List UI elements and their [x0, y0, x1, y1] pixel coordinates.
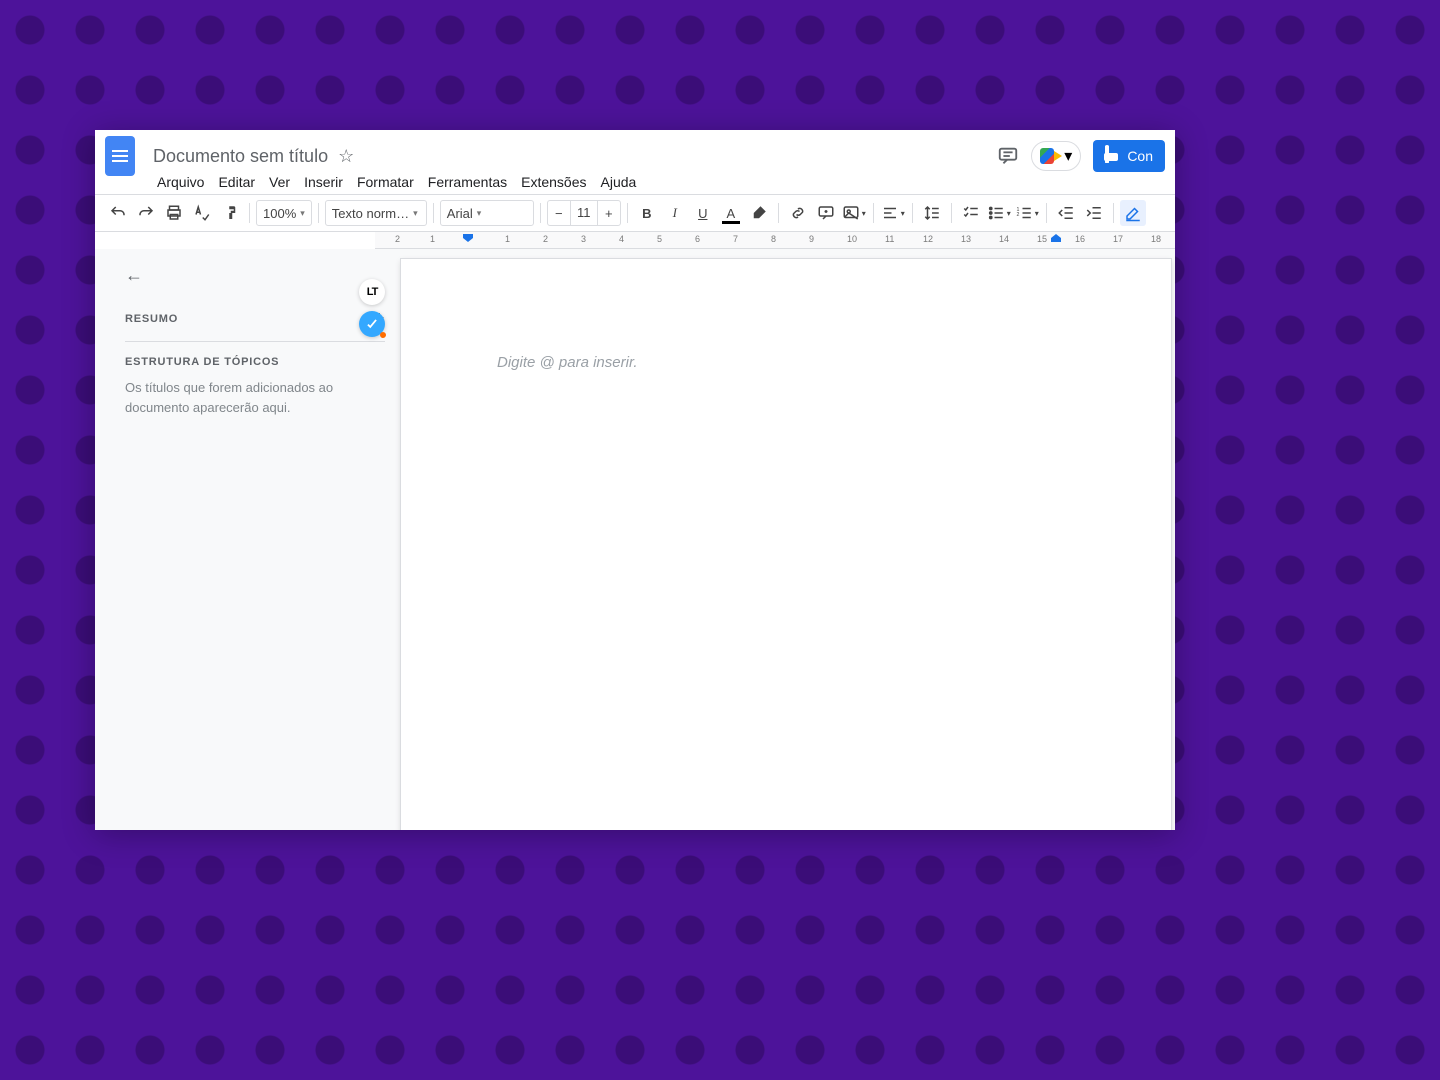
editor-body: ← RESUMO + ESTRUTURA DE TÓPICOS Os títul… [95, 249, 1175, 830]
font-size-decrease[interactable]: − [548, 206, 570, 221]
ruler-tick: 2 [395, 234, 400, 244]
checklist-button[interactable] [958, 200, 984, 226]
outline-sidebar: ← RESUMO + ESTRUTURA DE TÓPICOS Os títul… [109, 249, 401, 830]
menu-extensoes[interactable]: Extensões [521, 174, 586, 190]
print-button[interactable] [161, 200, 187, 226]
spellcheck-button[interactable] [189, 200, 215, 226]
page-canvas: Digite @ para inserir. [401, 249, 1175, 830]
chevron-down-icon: ▾ [862, 209, 866, 218]
chevron-down-icon: ▾ [1035, 209, 1039, 218]
menu-ajuda[interactable]: Ajuda [601, 174, 637, 190]
svg-text:2: 2 [1016, 212, 1019, 218]
zoom-select[interactable]: 100% ▾ [256, 200, 312, 226]
chevron-down-icon: ▾ [1007, 209, 1011, 218]
chevron-down-icon: ▾ [1064, 146, 1072, 166]
docs-logo-icon[interactable] [105, 136, 135, 176]
ruler-tick: 18 [1151, 234, 1161, 244]
ruler-tick: 8 [771, 234, 776, 244]
share-button[interactable]: Con [1093, 140, 1165, 172]
ruler-tick: 12 [923, 234, 933, 244]
star-icon[interactable]: ☆ [338, 146, 354, 167]
outline-empty-text: Os títulos que forem adicionados ao docu… [125, 378, 385, 417]
lock-icon [1105, 149, 1121, 163]
editing-mode-button[interactable] [1120, 200, 1146, 226]
first-line-indent-marker[interactable] [463, 234, 473, 242]
ruler-tick: 15 [1037, 234, 1047, 244]
languagetool-plugin-icon[interactable]: LT [359, 279, 385, 305]
ruler-tick: 5 [657, 234, 662, 244]
ruler-tick: 10 [847, 234, 857, 244]
meet-button[interactable]: ▾ [1031, 141, 1081, 171]
divider [125, 341, 385, 342]
insert-image-button[interactable]: ▾ [841, 200, 867, 226]
decrease-indent-button[interactable] [1053, 200, 1079, 226]
menu-ferramentas[interactable]: Ferramentas [428, 174, 507, 190]
menu-arquivo[interactable]: Arquivo [157, 174, 204, 190]
ruler-tick: 2 [543, 234, 548, 244]
chevron-down-icon: ▾ [413, 208, 418, 219]
underline-button[interactable]: U [690, 200, 716, 226]
menu-editar[interactable]: Editar [218, 174, 255, 190]
font-size-increase[interactable]: + [598, 206, 620, 221]
document-title[interactable]: Documento sem título [153, 146, 328, 167]
plugin-stack: LT [359, 279, 385, 337]
bold-button[interactable]: B [634, 200, 660, 226]
italic-button[interactable]: I [662, 200, 688, 226]
ruler-tick: 17 [1113, 234, 1123, 244]
ruler-tick: 13 [961, 234, 971, 244]
share-label: Con [1127, 148, 1153, 164]
menu-ver[interactable]: Ver [269, 174, 290, 190]
toolbar: 100% ▾ Texto norm… ▾ Arial ▾ − 11 + B I … [95, 194, 1175, 232]
paragraph-style-select[interactable]: Texto norm… ▾ [325, 200, 427, 226]
bulleted-list-button[interactable]: ▾ [986, 200, 1012, 226]
numbered-list-button[interactable]: 12 ▾ [1014, 200, 1040, 226]
horizontal-ruler[interactable]: 2 1 1 2 3 4 5 6 7 8 9 10 11 12 13 14 15 … [375, 232, 1175, 249]
chevron-down-icon: ▾ [901, 209, 905, 218]
ruler-tick: 1 [430, 234, 435, 244]
zoom-value: 100% [263, 206, 296, 221]
comment-history-icon[interactable] [995, 143, 1021, 169]
font-size-value[interactable]: 11 [570, 201, 598, 225]
line-spacing-button[interactable] [919, 200, 945, 226]
close-outline-icon[interactable]: ← [125, 265, 385, 286]
redo-button[interactable] [133, 200, 159, 226]
text-color-button[interactable]: A [718, 200, 744, 226]
ruler-tick: 6 [695, 234, 700, 244]
undo-button[interactable] [105, 200, 131, 226]
ruler-tick: 14 [999, 234, 1009, 244]
font-value: Arial [447, 206, 473, 221]
highlight-color-button[interactable] [746, 200, 772, 226]
google-docs-window: Documento sem título ☆ ▾ Con Arquivo Edi… [95, 130, 1175, 830]
ruler-tick: 7 [733, 234, 738, 244]
ruler-tick: 4 [619, 234, 624, 244]
ruler-tick: 9 [809, 234, 814, 244]
right-indent-marker[interactable] [1051, 234, 1061, 242]
insert-link-button[interactable] [785, 200, 811, 226]
paint-format-button[interactable] [217, 200, 243, 226]
meet-icon [1040, 148, 1060, 164]
ruler-tick: 1 [505, 234, 510, 244]
document-page[interactable]: Digite @ para inserir. [401, 259, 1171, 830]
font-size-stepper: − 11 + [547, 200, 621, 226]
menu-formatar[interactable]: Formatar [357, 174, 414, 190]
menu-bar: Arquivo Editar Ver Inserir Formatar Ferr… [95, 174, 1175, 194]
chevron-down-icon: ▾ [477, 208, 482, 219]
menu-inserir[interactable]: Inserir [304, 174, 343, 190]
ruler-tick: 3 [581, 234, 586, 244]
grammar-check-plugin-icon[interactable] [359, 311, 385, 337]
font-select[interactable]: Arial ▾ [440, 200, 534, 226]
title-bar: Documento sem título ☆ ▾ Con [95, 130, 1175, 174]
ruler-tick: 16 [1075, 234, 1085, 244]
ruler-tick: 11 [885, 234, 894, 244]
increase-indent-button[interactable] [1081, 200, 1107, 226]
insert-comment-button[interactable] [813, 200, 839, 226]
insert-placeholder: Digite @ para inserir. [401, 259, 1171, 371]
paragraph-style-value: Texto norm… [332, 206, 409, 221]
outline-resumo-title: RESUMO [125, 313, 178, 325]
align-button[interactable]: ▾ [880, 200, 906, 226]
vertical-ruler[interactable] [95, 249, 109, 830]
outline-estrutura-title: ESTRUTURA DE TÓPICOS [125, 356, 279, 368]
chevron-down-icon: ▾ [300, 208, 305, 219]
